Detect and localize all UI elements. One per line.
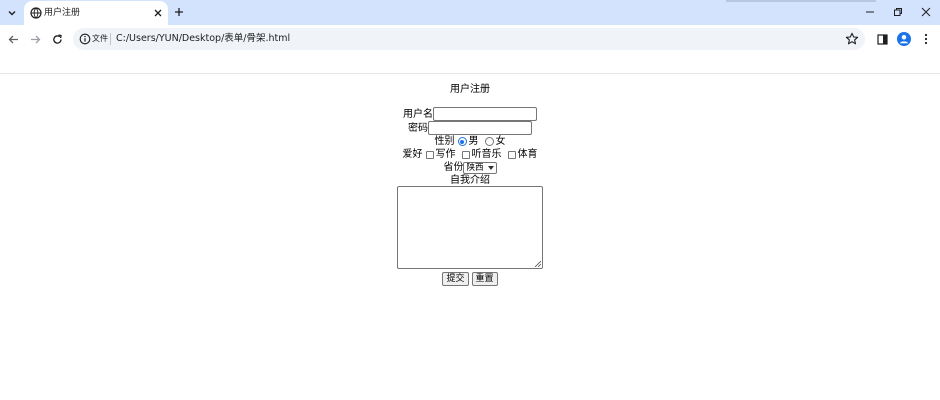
tab-search-icon[interactable]: [4, 5, 20, 21]
address-bar[interactable]: 文件 C:/Users/YUN/Desktop/表单/骨架.html: [73, 28, 865, 50]
toolbar-gap: [0, 53, 940, 73]
username-input[interactable]: [433, 107, 537, 121]
side-panel-icon[interactable]: [874, 31, 890, 47]
tab-title: 用户注册: [44, 8, 81, 18]
button-row: 提交 重置: [0, 272, 940, 286]
password-input[interactable]: [428, 121, 532, 135]
province-selected-value: 陕西: [466, 162, 484, 173]
username-row: 用户名: [0, 107, 940, 121]
gender-option-female: 女: [495, 136, 506, 147]
intro-textarea[interactable]: [397, 186, 543, 269]
star-icon[interactable]: [845, 32, 859, 46]
profile-icon[interactable]: [896, 31, 912, 47]
gender-row: 性别 男 女: [0, 135, 940, 148]
hobby-checkbox-writing[interactable]: [425, 150, 434, 159]
resize-grip-icon[interactable]: [535, 261, 541, 267]
province-row: 省份 陕西: [0, 161, 940, 174]
minimize-icon[interactable]: [862, 4, 878, 20]
password-label: 密码: [408, 122, 428, 134]
close-icon[interactable]: [152, 7, 164, 19]
back-arrow-icon[interactable]: [5, 31, 21, 47]
globe-icon: [30, 7, 42, 19]
tab-strip: 用户注册: [0, 0, 940, 25]
hobby-option-music: 听音乐: [471, 149, 502, 160]
submit-button[interactable]: 提交: [442, 272, 469, 286]
forward-arrow-icon[interactable]: [27, 31, 43, 47]
hobby-row: 爱好 写作 听音乐 体育: [0, 148, 940, 161]
gender-radio-female[interactable]: [484, 137, 494, 146]
hobby-checkbox-sports[interactable]: [507, 150, 516, 159]
url-text[interactable]: C:/Users/YUN/Desktop/表单/骨架.html: [116, 32, 290, 46]
username-label: 用户名: [403, 108, 433, 120]
gender-option-male: 男: [468, 136, 479, 147]
province-label: 省份: [443, 162, 464, 173]
gender-label: 性别: [434, 136, 455, 147]
reset-button[interactable]: 重置: [471, 272, 498, 286]
chip-divider: [110, 33, 111, 45]
chevron-down-icon: [487, 165, 494, 170]
hobby-option-sports: 体育: [517, 149, 538, 160]
province-select[interactable]: 陕西: [463, 161, 497, 174]
restore-icon[interactable]: [890, 4, 906, 20]
reload-icon[interactable]: [49, 31, 65, 47]
scheme-chip[interactable]: 文件: [92, 32, 108, 46]
password-row: 密码: [0, 121, 940, 135]
kebab-menu-icon[interactable]: [918, 31, 934, 47]
gender-radio-male[interactable]: [457, 137, 467, 146]
active-tab[interactable]: 用户注册: [24, 1, 168, 25]
page-title: 用户注册: [450, 84, 490, 95]
info-icon[interactable]: [79, 33, 91, 45]
hobby-option-writing: 写作: [435, 149, 456, 160]
page-content: 用户注册 用户名 密码 性别 男 女 爱好 写作 听音乐 体育 省份 陕西 自我…: [0, 74, 940, 400]
close-window-icon[interactable]: [918, 4, 934, 20]
browser-toolbar: 文件 C:/Users/YUN/Desktop/表单/骨架.html: [0, 25, 940, 53]
hobby-checkbox-music[interactable]: [461, 150, 470, 159]
tabstrip-highlight: [726, 0, 876, 2]
hobby-label: 爱好: [402, 149, 423, 160]
plus-icon[interactable]: [172, 5, 186, 19]
